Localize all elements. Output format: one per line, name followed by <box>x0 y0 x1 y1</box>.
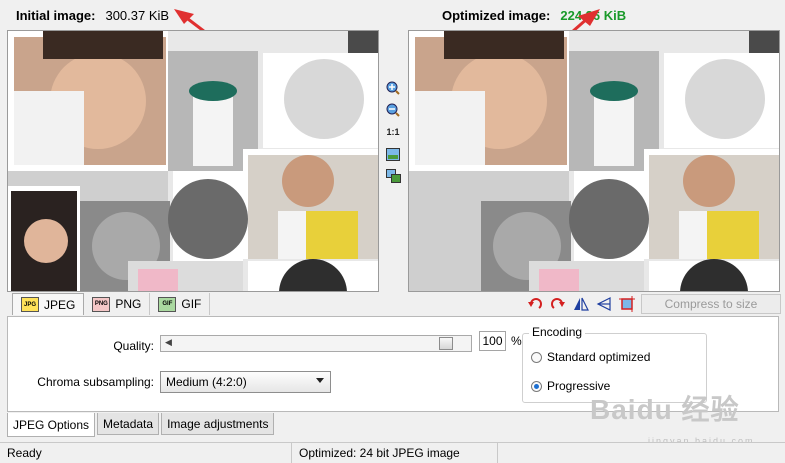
quality-label: Quality: <box>113 339 154 353</box>
format-tab-gif[interactable]: GIF GIF <box>150 293 211 315</box>
watermark-logo: Baidu 经验 <box>590 394 740 425</box>
initial-image-label: Initial image: <box>16 7 96 23</box>
radio-standard-optimized[interactable]: Standard optimized <box>531 350 650 364</box>
encoding-title: Encoding <box>529 325 586 339</box>
compare-icon[interactable] <box>385 168 401 184</box>
rotate-left-icon[interactable] <box>526 295 544 313</box>
chroma-subsampling-value: Medium (4:2:0) <box>166 375 247 389</box>
format-tab-jpeg[interactable]: JPG JPEG <box>12 293 85 315</box>
format-tab-label: GIF <box>181 297 202 311</box>
chroma-subsampling-label: Chroma subsampling: <box>37 375 154 389</box>
view-toolbar: 1:1 <box>381 80 405 184</box>
radio-label: Standard optimized <box>547 350 651 364</box>
tab-jpeg-options[interactable]: JPEG Options <box>7 413 96 437</box>
quality-slider[interactable]: ◀ <box>160 335 472 352</box>
status-optimized-info: Optimized: 24 bit JPEG image <box>292 442 498 463</box>
actual-size-button[interactable]: 1:1 <box>385 124 401 140</box>
zoom-in-icon[interactable] <box>385 80 401 96</box>
status-ready: Ready <box>0 442 292 463</box>
rotate-right-icon[interactable] <box>549 295 567 313</box>
transform-toolbar <box>526 295 636 313</box>
radio-icon[interactable] <box>531 380 542 392</box>
options-tabs: JPEG Options Metadata Image adjustments <box>7 413 276 437</box>
quality-slider-thumb[interactable] <box>439 337 453 350</box>
format-tab-label: JPEG <box>44 297 76 312</box>
slider-left-arrow-icon[interactable]: ◀ <box>165 337 172 348</box>
png-icon: PNG <box>92 296 111 312</box>
chevron-down-icon <box>316 378 324 383</box>
percent-sign: % <box>511 334 522 348</box>
photo-collage-icon <box>409 31 779 291</box>
fit-image-icon[interactable] <box>385 146 401 162</box>
radio-icon[interactable] <box>531 351 542 363</box>
status-bar: Ready Optimized: 24 bit JPEG image <box>0 442 785 463</box>
zoom-out-icon[interactable] <box>385 102 401 118</box>
tab-image-adjustments[interactable]: Image adjustments <box>161 413 275 435</box>
jpeg-icon: JPG <box>21 297 39 312</box>
quality-input[interactable]: 100 <box>479 331 506 351</box>
gif-icon: GIF <box>158 296 177 312</box>
format-tab-png[interactable]: PNG PNG <box>84 293 151 315</box>
initial-image-preview[interactable] <box>7 30 379 292</box>
flip-vertical-icon[interactable] <box>595 295 613 313</box>
format-tab-label: PNG <box>115 297 142 311</box>
format-toolbar: JPG JPEG PNG PNG GIF GIF Compress to siz… <box>0 293 785 315</box>
crop-icon[interactable] <box>618 295 636 313</box>
optimized-image-preview[interactable] <box>408 30 780 292</box>
flip-horizontal-icon[interactable] <box>572 295 590 313</box>
compress-to-size-button[interactable]: Compress to size <box>641 294 781 314</box>
chroma-subsampling-select[interactable]: Medium (4:2:0) <box>160 371 331 393</box>
tab-metadata[interactable]: Metadata <box>97 413 160 435</box>
photo-collage-icon <box>8 31 378 291</box>
initial-image-header: Initial image: 300.37 KiB <box>16 0 169 30</box>
initial-image-size: 300.37 KiB <box>105 7 170 23</box>
